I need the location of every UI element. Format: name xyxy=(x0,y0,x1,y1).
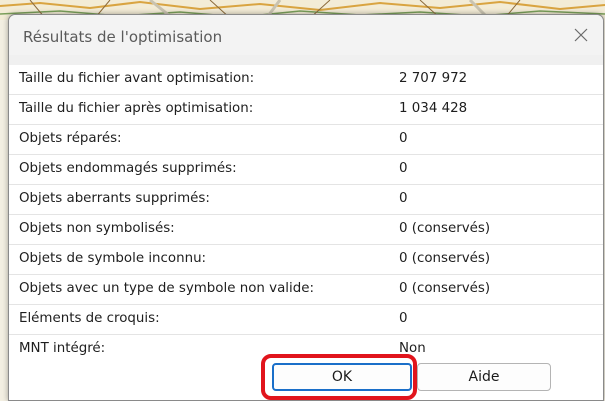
row-label: Objets de symbole inconnu: xyxy=(19,251,207,266)
row-label: Taille du fichier après optimisation: xyxy=(19,101,254,116)
row-value: 0 (conservés) xyxy=(399,251,491,266)
list-item: Objets réparés: 0 xyxy=(19,125,595,154)
list-item: Objets de symbole inconnu: 0 (conservés) xyxy=(19,245,595,274)
close-button[interactable] xyxy=(559,15,603,55)
row-label: Objets endommagés supprimés: xyxy=(19,161,237,176)
row-value: 0 xyxy=(399,131,408,146)
help-button[interactable]: Aide xyxy=(417,363,551,391)
list-item: Objets endommagés supprimés: 0 xyxy=(19,155,595,184)
list-item: Objets non symbolisés: 0 (conservés) xyxy=(19,215,595,244)
row-label: Eléments de croquis: xyxy=(19,311,160,326)
row-value: 1 034 428 xyxy=(399,101,468,116)
row-label: Objets avec un type de symbole non valid… xyxy=(19,281,314,296)
row-label: Objets réparés: xyxy=(19,131,122,146)
row-label: Objets non symbolisés: xyxy=(19,221,175,236)
row-value: 2 707 972 xyxy=(399,71,468,86)
row-value: 0 (conservés) xyxy=(399,221,491,236)
row-value: Non xyxy=(399,341,426,356)
row-label: MNT intégré: xyxy=(19,341,106,356)
list-item: Objets avec un type de symbole non valid… xyxy=(19,275,595,304)
dialog-title: Résultats de l'optimisation xyxy=(23,28,223,46)
row-value: 0 (conservés) xyxy=(399,281,491,296)
row-value: 0 xyxy=(399,161,408,176)
ok-button[interactable]: OK xyxy=(272,363,412,391)
row-value: 0 xyxy=(399,311,408,326)
row-label: Taille du fichier avant optimisation: xyxy=(19,71,255,86)
list-item: Objets aberrants supprimés: 0 xyxy=(19,185,595,214)
list-item: MNT intégré: Non xyxy=(19,335,595,364)
list-item: Eléments de croquis: 0 xyxy=(19,305,595,334)
results-list: Taille du fichier avant optimisation: 2 … xyxy=(9,65,603,400)
optimization-results-dialog: Résultats de l'optimisation Taille du fi… xyxy=(8,14,604,401)
row-value: 0 xyxy=(399,191,408,206)
close-icon xyxy=(574,28,588,42)
dialog-titlebar: Résultats de l'optimisation xyxy=(9,15,603,55)
row-label: Objets aberrants supprimés: xyxy=(19,191,210,206)
list-item: Taille du fichier avant optimisation: 2 … xyxy=(19,65,595,94)
list-item: Taille du fichier après optimisation: 1 … xyxy=(19,95,595,124)
